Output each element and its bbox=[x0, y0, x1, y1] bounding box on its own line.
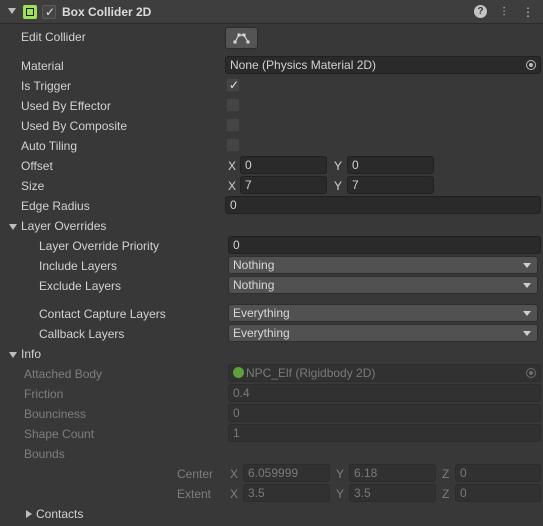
center-z-field: 0 bbox=[455, 464, 541, 482]
include-layers-value: Nothing bbox=[233, 258, 275, 272]
contacts-label[interactable]: Contacts bbox=[36, 507, 83, 521]
extent-x-field: 3.5 bbox=[243, 484, 330, 502]
material-value: None (Physics Material 2D) bbox=[230, 58, 377, 72]
size-x-field[interactable]: 7 bbox=[240, 176, 327, 194]
attached-body-value: NPC_Elf (Rigidbody 2D) bbox=[246, 366, 376, 380]
dropdown-arrow-icon bbox=[523, 331, 531, 336]
callback-layers-label: Callback Layers bbox=[39, 327, 125, 341]
bounciness-field: 0 bbox=[228, 404, 541, 422]
offset-y-field[interactable]: 0 bbox=[347, 156, 434, 174]
used-by-composite-checkbox[interactable] bbox=[226, 118, 240, 132]
include-layers-dropdown[interactable]: Nothing bbox=[228, 256, 538, 274]
center-x-field: 6.059999 bbox=[243, 464, 330, 482]
check-icon: ✓ bbox=[229, 78, 240, 92]
center-label: Center bbox=[177, 467, 214, 481]
include-layers-label: Include Layers bbox=[39, 259, 118, 273]
component-enabled-checkbox[interactable]: ✓ bbox=[42, 5, 56, 19]
extent-x-axis-label: X bbox=[230, 487, 239, 501]
contact-capture-layers-label: Contact Capture Layers bbox=[39, 307, 166, 321]
dropdown-arrow-icon bbox=[523, 263, 531, 268]
check-icon: ✓ bbox=[45, 5, 56, 19]
layer-overrides-foldout-icon[interactable] bbox=[9, 224, 17, 230]
object-picker-icon[interactable] bbox=[526, 60, 536, 70]
extent-z-field: 0 bbox=[455, 484, 541, 502]
extent-label: Extent bbox=[177, 487, 212, 501]
preset-icon[interactable]: ⫶ bbox=[497, 5, 511, 19]
offset-label: Offset bbox=[21, 159, 53, 173]
exclude-layers-dropdown[interactable]: Nothing bbox=[228, 276, 538, 294]
center-y-field: 6.18 bbox=[349, 464, 436, 482]
used-by-composite-label: Used By Composite bbox=[21, 119, 128, 133]
contact-capture-layers-value: Everything bbox=[233, 306, 290, 320]
auto-tiling-label: Auto Tiling bbox=[21, 139, 78, 153]
callback-layers-dropdown[interactable]: Everything bbox=[228, 324, 538, 342]
layer-override-priority-field[interactable]: 0 bbox=[228, 236, 541, 254]
offset-x-axis-label: X bbox=[228, 159, 237, 173]
callback-layers-value: Everything bbox=[233, 326, 290, 340]
dropdown-arrow-icon bbox=[523, 311, 531, 316]
center-y-axis-label: Y bbox=[336, 467, 345, 481]
box-collider-icon bbox=[23, 5, 37, 19]
info-foldout-icon[interactable] bbox=[9, 352, 17, 358]
extent-z-axis-label: Z bbox=[442, 487, 450, 501]
bounciness-label: Bounciness bbox=[24, 407, 87, 421]
contacts-foldout-icon[interactable] bbox=[26, 510, 32, 518]
layer-override-priority-label: Layer Override Priority bbox=[39, 239, 160, 253]
bounds-label: Bounds bbox=[24, 447, 65, 461]
material-label: Material bbox=[21, 59, 64, 73]
size-x-axis-label: X bbox=[228, 179, 237, 193]
dropdown-arrow-icon bbox=[523, 283, 531, 288]
center-z-axis-label: Z bbox=[442, 467, 450, 481]
edit-collider-button[interactable] bbox=[225, 27, 258, 49]
edge-radius-label: Edge Radius bbox=[21, 199, 90, 213]
more-icon[interactable]: ⋮ bbox=[521, 5, 535, 19]
rigidbody-icon bbox=[233, 367, 244, 378]
shape-count-label: Shape Count bbox=[24, 427, 95, 441]
exclude-layers-label: Exclude Layers bbox=[39, 279, 122, 293]
attached-body-field: NPC_Elf (Rigidbody 2D) bbox=[228, 364, 541, 382]
extent-y-axis-label: Y bbox=[336, 487, 345, 501]
size-y-axis-label: Y bbox=[334, 179, 343, 193]
exclude-layers-value: Nothing bbox=[233, 278, 275, 292]
size-label: Size bbox=[21, 179, 45, 193]
edge-radius-field[interactable]: 0 bbox=[225, 196, 541, 214]
component-header: ✓ Box Collider 2D ? ⫶ ⋮ bbox=[0, 0, 543, 24]
contact-capture-layers-dropdown[interactable]: Everything bbox=[228, 304, 538, 322]
layer-overrides-title[interactable]: Layer Overrides bbox=[21, 219, 106, 233]
offset-y-axis-label: Y bbox=[334, 159, 343, 173]
component-title: Box Collider 2D bbox=[62, 5, 152, 19]
object-picker-icon bbox=[526, 368, 536, 378]
used-by-effector-checkbox[interactable] bbox=[226, 98, 240, 112]
attached-body-label: Attached Body bbox=[24, 367, 103, 381]
shape-count-field: 1 bbox=[228, 424, 541, 442]
collapse-arrow-icon[interactable] bbox=[8, 8, 16, 14]
material-field[interactable]: None (Physics Material 2D) bbox=[225, 56, 541, 74]
size-y-field[interactable]: 7 bbox=[347, 176, 434, 194]
edit-collider-label: Edit Collider bbox=[21, 30, 86, 44]
auto-tiling-checkbox[interactable] bbox=[226, 138, 240, 152]
extent-y-field: 3.5 bbox=[349, 484, 436, 502]
info-title[interactable]: Info bbox=[21, 347, 41, 361]
help-icon[interactable]: ? bbox=[474, 5, 487, 18]
center-x-axis-label: X bbox=[230, 467, 239, 481]
friction-label: Friction bbox=[24, 387, 64, 401]
offset-x-field[interactable]: 0 bbox=[240, 156, 327, 174]
used-by-effector-label: Used By Effector bbox=[21, 99, 111, 113]
is-trigger-label: Is Trigger bbox=[21, 79, 72, 93]
friction-field: 0.4 bbox=[228, 384, 541, 402]
is-trigger-checkbox[interactable]: ✓ bbox=[226, 78, 240, 92]
edit-shape-icon bbox=[233, 33, 250, 44]
